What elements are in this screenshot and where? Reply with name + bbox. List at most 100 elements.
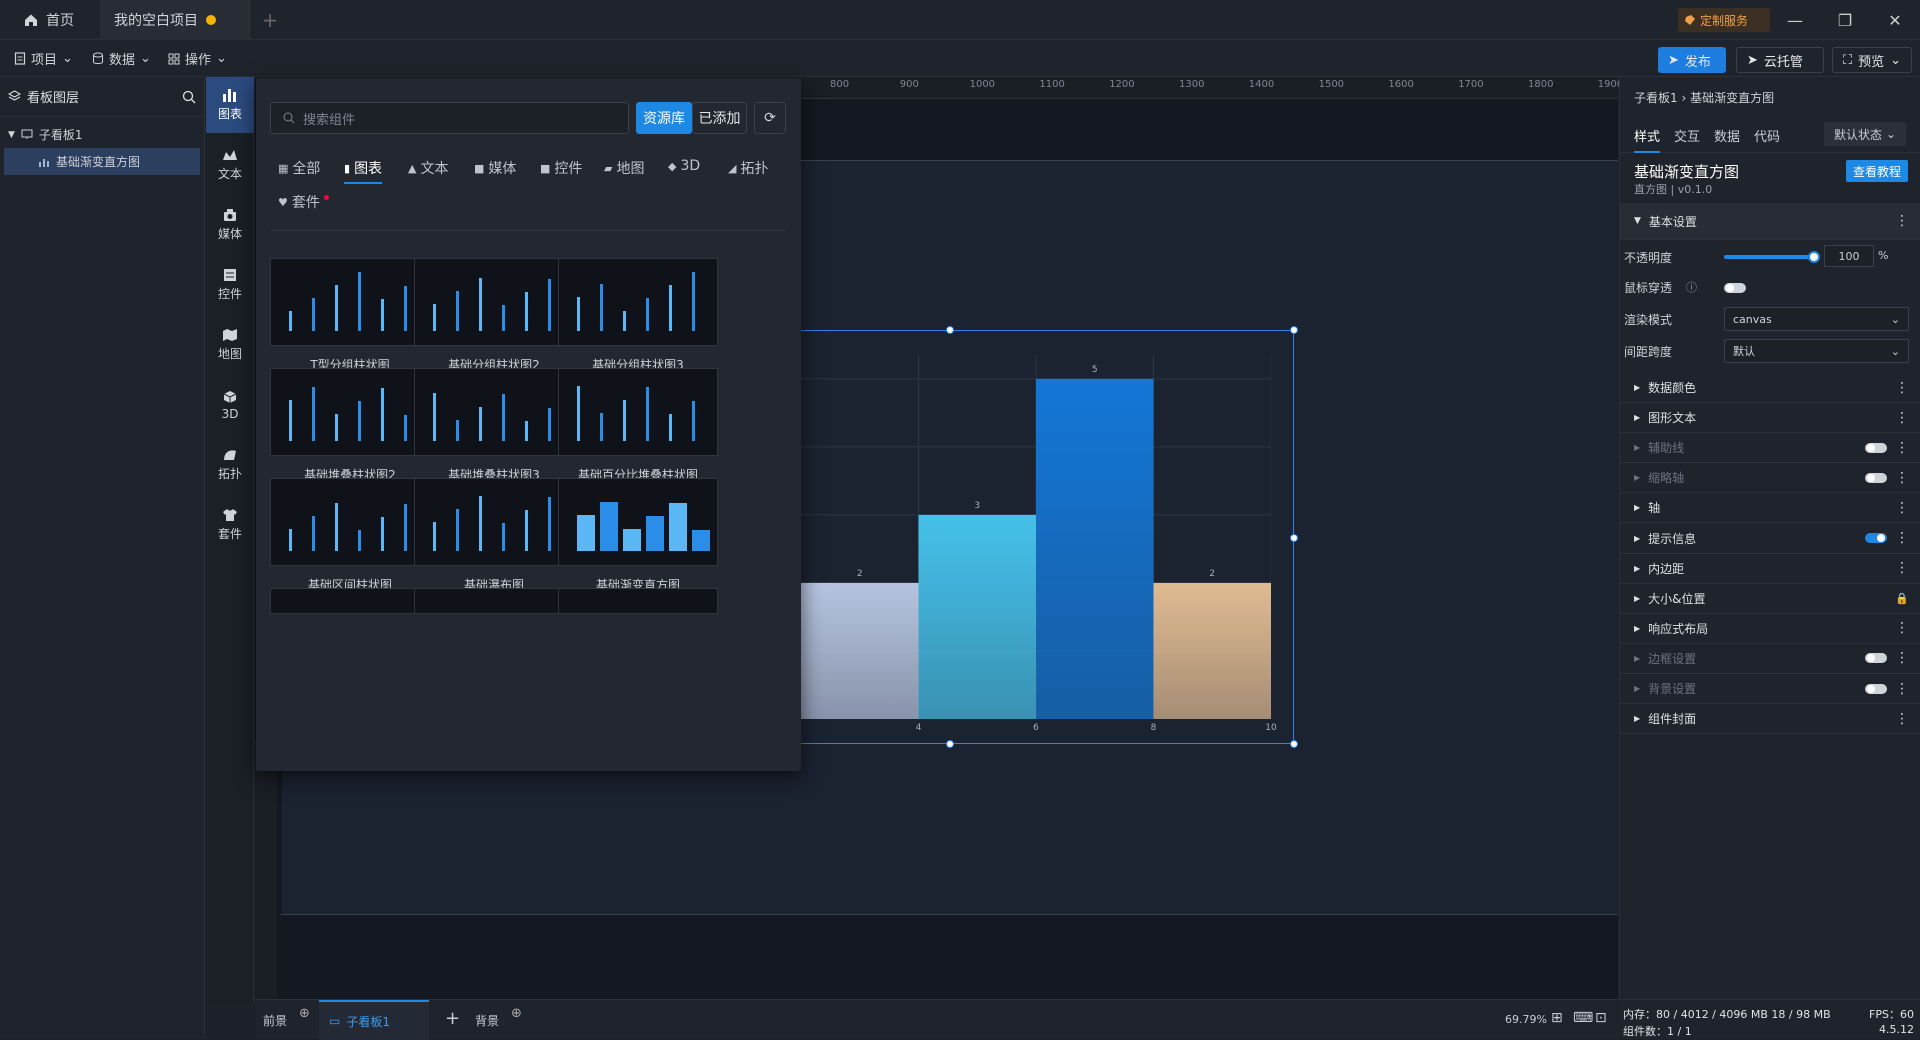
component-card[interactable]: 基础瀑布图 [414,478,574,593]
more-icon[interactable]: ⋮ [1895,650,1909,666]
background-tab[interactable]: 背景 [475,1012,499,1029]
nav-suite[interactable]: 套件 [206,497,254,553]
tab-code[interactable]: 代码 [1754,126,1780,145]
section-11[interactable]: ▶ 组件封面 ⋮ [1620,704,1920,735]
search-icon[interactable] [182,90,196,104]
minimize-button[interactable]: — [1770,0,1820,40]
add-foreground-icon[interactable]: ⊕ [299,1006,310,1021]
layer-item-board[interactable]: ▼ 子看板1 [0,121,204,148]
render-mode-select[interactable]: canvas ⌄ [1724,307,1909,331]
more-icon[interactable]: ⋮ [1895,681,1909,697]
lock-icon[interactable]: 🔒 [1895,592,1909,605]
mouse-through-toggle[interactable] [1724,283,1746,293]
category-media[interactable]: ■ 媒体 [474,158,516,178]
category-3d[interactable]: ◆ 3D [668,158,700,174]
close-button[interactable]: ✕ [1870,0,1920,40]
layer-item-chart[interactable]: 基础渐变直方图 [4,148,200,175]
component-search-input[interactable]: 搜索组件 [270,102,629,134]
home-tab[interactable]: 首页 [10,0,90,40]
resize-handle[interactable] [1290,740,1298,748]
more-icon[interactable]: ⋮ [1895,213,1909,229]
component-card[interactable]: 基础堆叠柱状图2 [270,368,430,483]
tab-interaction[interactable]: 交互 [1674,126,1700,145]
more-icon[interactable]: ⋮ [1895,560,1909,576]
component-thumbnail-partial[interactable] [414,588,574,614]
section-toggle[interactable] [1865,653,1887,664]
category-topology[interactable]: ◢ 拓扑 [728,158,768,178]
project-tab[interactable]: 我的空白项目 [100,0,250,40]
section-1[interactable]: ▶ 图形文本 ⋮ [1620,403,1920,434]
component-thumbnail-partial[interactable] [270,588,430,614]
component-card[interactable]: T型分组柱状图 [270,258,430,373]
nav-media[interactable]: 媒体 [206,197,254,253]
section-toggle[interactable] [1865,683,1887,694]
keyboard-icon[interactable]: ⌨ [1573,1010,1593,1026]
section-10[interactable]: ▶ 背景设置 ⋮ [1620,674,1920,704]
custom-service-button[interactable]: 定制服务 [1678,8,1770,32]
section-5[interactable]: ▶ 提示信息 ⋮ [1620,524,1920,554]
tab-added[interactable]: 已添加 [692,102,747,134]
sub-board-tab[interactable]: ▭ 子看板1 [319,1000,429,1040]
more-icon[interactable]: ⋮ [1895,530,1909,546]
resize-handle[interactable] [946,740,954,748]
preview-button[interactable]: ⛶ 预览 ⌄ [1832,47,1912,73]
section-8[interactable]: ▶ 响应式布局 ⋮ [1620,614,1920,644]
spacing-select[interactable]: 默认 ⌄ [1724,339,1909,363]
add-background-icon[interactable]: ⊕ [511,1006,522,1021]
publish-button[interactable]: ➤ 发布 [1658,47,1726,73]
tab-style[interactable]: 样式 [1634,126,1661,153]
more-icon[interactable]: ⋮ [1895,470,1909,486]
new-tab-button[interactable]: + [250,0,290,40]
foreground-tab[interactable]: 前景 [263,1012,287,1029]
component-card[interactable]: 基础区间柱状图 [270,478,430,593]
zoom-level[interactable]: 69.79% [1505,1013,1547,1026]
more-icon[interactable]: ⋮ [1895,711,1909,727]
category-control[interactable]: ■ 控件 [540,158,582,178]
opacity-input[interactable]: 100 [1824,245,1874,267]
tab-resource-library[interactable]: 资源库 [636,102,692,134]
refresh-button[interactable]: ⟳ [754,102,786,134]
category-map[interactable]: ▰ 地图 [604,158,644,178]
section-6[interactable]: ▶ 内边距 ⋮ [1620,554,1920,584]
menu-project[interactable]: 项目 ⌄ [14,40,73,77]
component-card[interactable]: 基础分组柱状图2 [414,258,574,373]
category-chart[interactable]: ▮ 图表 [344,158,383,184]
section-3[interactable]: ▶ 缩略轴 ⋮ [1620,463,1920,494]
component-card[interactable]: 基础分组柱状图3 [558,258,718,373]
section-toggle[interactable] [1865,442,1887,453]
view-tutorial-button[interactable]: 查看教程 [1846,160,1908,182]
resize-handle[interactable] [946,326,954,334]
state-select[interactable]: 默认状态 ⌄ [1824,122,1906,146]
component-card[interactable]: 基础渐变直方图 [558,478,718,593]
add-board-button[interactable]: + [445,1008,460,1029]
opacity-slider[interactable] [1724,251,1820,263]
more-icon[interactable]: ⋮ [1895,620,1909,636]
nav-control[interactable]: 控件 [206,257,254,313]
nav-3d[interactable]: 3D [206,377,254,433]
section-7[interactable]: ▶ 大小&位置 🔒 [1620,584,1920,614]
section-basic[interactable]: ▼ 基本设置 ⋮ [1620,203,1920,240]
component-card[interactable]: 基础百分比堆叠柱状图 [558,368,718,483]
component-thumbnail-partial[interactable] [558,588,718,614]
nav-topology[interactable]: 拓扑 [206,437,254,493]
component-card[interactable]: 基础堆叠柱状图3 [414,368,574,483]
resize-handle[interactable] [1290,326,1298,334]
section-toggle[interactable] [1865,533,1887,543]
section-toggle[interactable] [1865,472,1887,483]
category-text[interactable]: ▲ 文本 [408,158,448,178]
terminal-icon[interactable]: ⊡ [1595,1010,1607,1026]
opacity-slider-handle[interactable] [1808,251,1820,263]
menu-operate[interactable]: 操作 ⌄ [168,40,227,77]
restore-button[interactable]: ❐ [1820,0,1870,40]
resize-handle[interactable] [1290,534,1298,542]
section-9[interactable]: ▶ 边框设置 ⋮ [1620,644,1920,674]
more-icon[interactable]: ⋮ [1895,410,1909,426]
nav-chart[interactable]: 图表 [206,77,254,133]
more-icon[interactable]: ⋮ [1895,500,1909,516]
nav-map[interactable]: 地图 [206,317,254,373]
menu-data[interactable]: 数据 ⌄ [92,40,151,77]
section-4[interactable]: ▶ 轴 ⋮ [1620,493,1920,524]
more-icon[interactable]: ⋮ [1895,440,1909,456]
category-suite[interactable]: ♥ 套件 [278,192,329,212]
cloud-host-button[interactable]: ➤ 云托管 [1736,47,1824,73]
